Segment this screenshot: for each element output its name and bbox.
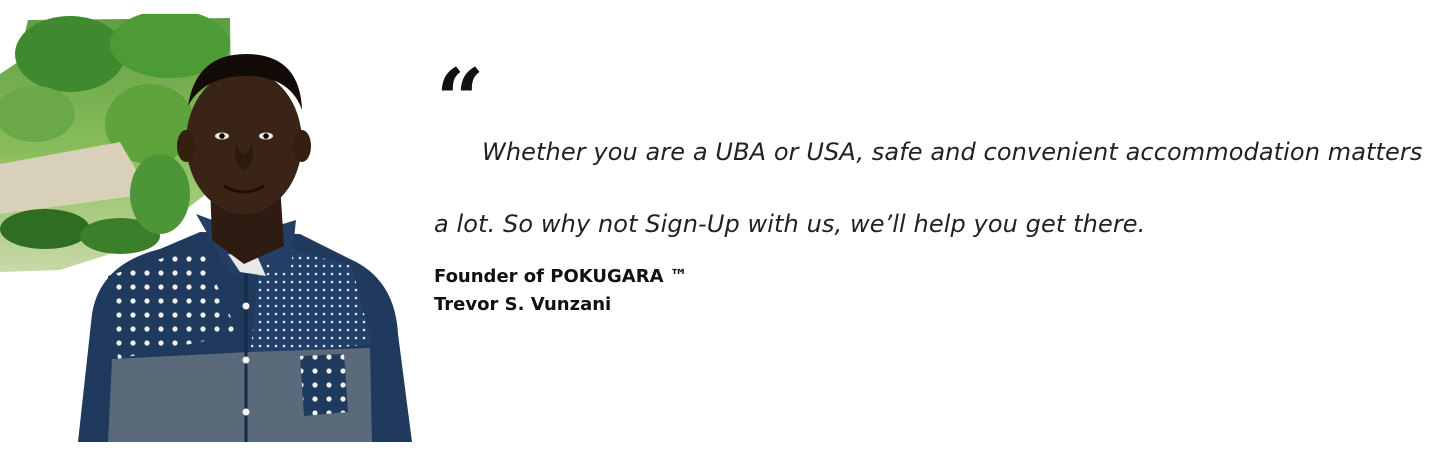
founder-portrait bbox=[0, 14, 415, 442]
testimonial-quote: Whether you are a UBA or USA, safe and c… bbox=[434, 138, 1423, 238]
attribution: Founder of POKUGARA ™ Trevor S. Vunzani bbox=[434, 263, 688, 319]
portrait-photo bbox=[0, 14, 412, 442]
attribution-role: Founder of POKUGARA ™ bbox=[434, 266, 688, 287]
attribution-name: Trevor S. Vunzani bbox=[434, 294, 612, 315]
